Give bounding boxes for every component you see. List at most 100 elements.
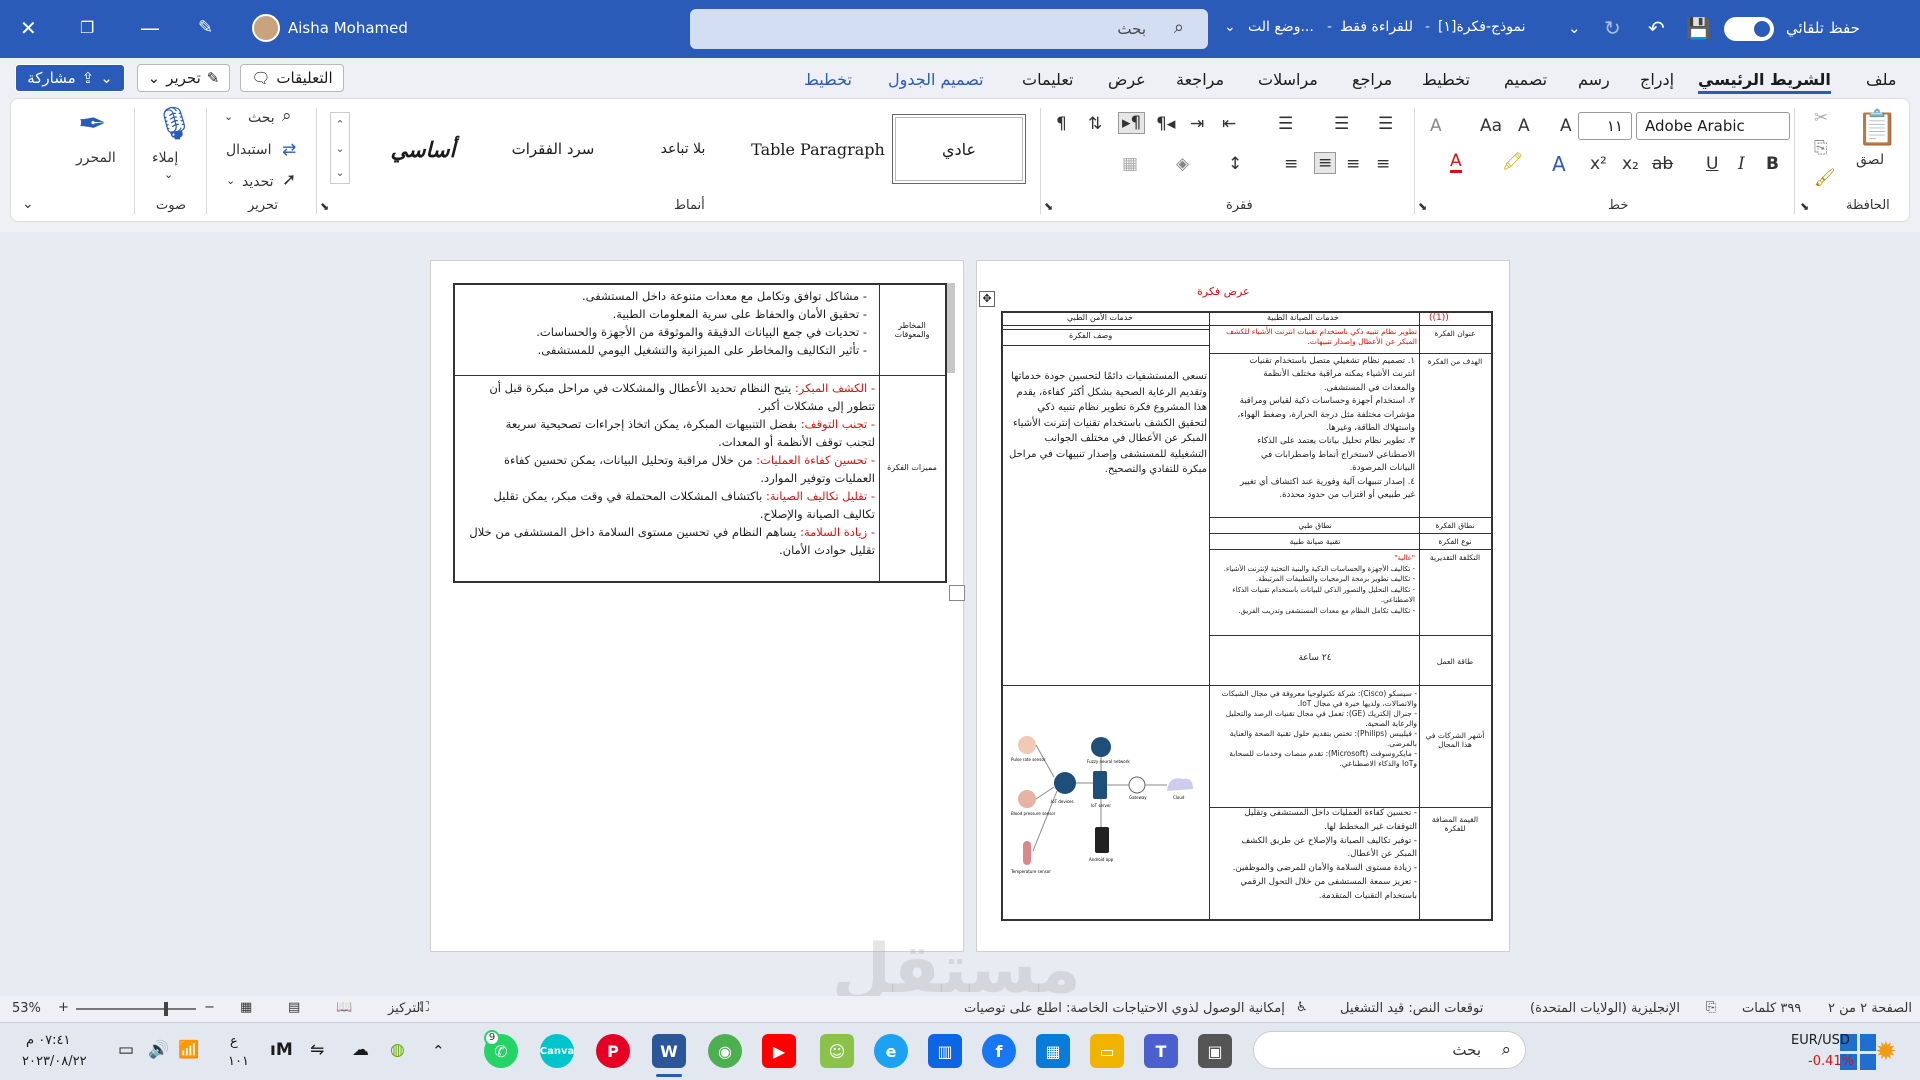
font-launcher-icon[interactable]: ⬊ (1418, 200, 1427, 213)
pinterest-icon[interactable]: P (596, 1034, 630, 1068)
zoom-level[interactable]: 53% (12, 1001, 41, 1016)
grow-font-icon[interactable]: A (1560, 116, 1572, 136)
collapse-ribbon-icon[interactable]: ⌄ (22, 196, 34, 212)
align-center-icon[interactable]: ≡ (1346, 154, 1360, 174)
onedrive-icon[interactable]: ☁ (352, 1040, 369, 1060)
page-count[interactable]: الصفحة ٢ من ٢ (1828, 1001, 1912, 1016)
share-button[interactable]: مشاركة ⇪ ⌄ (15, 64, 125, 92)
search-input[interactable]: بحث ⌕ (690, 9, 1208, 49)
clock-time[interactable]: ٠٧:٤١ م (26, 1033, 71, 1048)
text-effects-icon[interactable]: A (1552, 152, 1566, 176)
shading-icon[interactable]: ◈ (1176, 154, 1189, 174)
subscript-icon[interactable]: x₂ (1622, 154, 1639, 174)
style-normal[interactable]: عادي (892, 114, 1026, 184)
italic-icon[interactable]: I (1738, 154, 1745, 174)
change-case-icon[interactable]: Aa (1480, 116, 1502, 136)
line-spacing-icon[interactable]: ↕ (1228, 154, 1242, 174)
read-mode-icon[interactable]: 📖 (336, 1000, 352, 1015)
web-layout-icon[interactable]: ▦ (240, 1000, 252, 1015)
styles-scroll[interactable]: ⌃ ⌄ ⌄ (330, 112, 350, 184)
canva-icon[interactable]: Canva (540, 1034, 574, 1068)
tab-home[interactable]: الشريط الرئيسي (1698, 70, 1831, 94)
strikethrough-icon[interactable]: ab (1652, 154, 1673, 174)
superscript-icon[interactable]: x² (1590, 154, 1607, 174)
weather-icon[interactable]: ✹ (1875, 1037, 1897, 1067)
minimize-icon[interactable]: — (140, 14, 160, 42)
zoom-slider[interactable] (76, 1008, 196, 1010)
underline-icon[interactable]: U (1706, 154, 1718, 174)
tab-table-layout[interactable]: تخطيط (804, 70, 852, 89)
word-count[interactable]: ٣٩٩ كلمات (1742, 1001, 1801, 1016)
replace-label[interactable]: استبدال (226, 142, 271, 158)
chevron-down-icon[interactable]: ⌄ (164, 168, 173, 181)
justify-icon[interactable]: ≡ (1284, 154, 1298, 174)
highlight-icon[interactable]: 🖍 (1502, 152, 1524, 172)
style-basic[interactable]: أساسي (360, 114, 486, 184)
edit-mode-button[interactable]: ⌄ تحرير ✎ (137, 64, 230, 92)
accessibility-icon[interactable]: ♿ (1296, 1000, 1308, 1015)
increase-indent-icon[interactable]: ⇥ (1190, 114, 1204, 134)
page-2[interactable]: المخاطر والمعوقات مميزات الفكرة - مشاكل … (430, 260, 965, 952)
style-list-paragraph[interactable]: سرد الفقرات (490, 114, 616, 184)
find-icon[interactable]: ⌕ (282, 106, 292, 126)
tray-tool-icon[interactable]: ⇋ (310, 1040, 324, 1060)
format-painter-icon[interactable]: 🖌 (1814, 168, 1836, 188)
copy-icon[interactable]: ⎘ (1814, 138, 1828, 158)
clear-formatting-icon[interactable]: A (1430, 116, 1442, 136)
accessibility-status[interactable]: إمكانية الوصول لذوي الاحتياجات الخاصة: ا… (964, 1001, 1285, 1016)
language-status[interactable]: الإنجليزية (الولايات المتحدة) (1530, 1001, 1680, 1016)
tray-app-icon[interactable]: ◍ (390, 1040, 405, 1060)
replace-icon[interactable]: ⇄ (282, 140, 296, 160)
comments-button[interactable]: 🗨 التعليقات (240, 64, 344, 92)
font-size-field[interactable]: ١١ (1578, 112, 1632, 140)
numbering-icon[interactable]: ☰ (1334, 114, 1349, 134)
game-app-icon[interactable]: ☺ (820, 1034, 854, 1068)
microphone-icon[interactable]: 🎙 (154, 104, 195, 142)
tab-mailings[interactable]: مراسلات (1258, 70, 1318, 89)
rtl-icon[interactable]: ¶◂ (1156, 114, 1175, 134)
paste-icon[interactable]: 📋 (1856, 108, 1898, 148)
tray-app-icon[interactable]: ıM (270, 1040, 293, 1060)
clipboard-launcher-icon[interactable]: ⬊ (1800, 200, 1809, 213)
page-1[interactable]: عرض فكرة ✥ ((1)) خدمات الصيانة الطبية خد… (976, 260, 1510, 952)
edge-icon[interactable]: e (874, 1034, 908, 1068)
styles-launcher-icon[interactable]: ⬊ (320, 200, 329, 213)
bold-icon[interactable]: B (1766, 154, 1779, 174)
tab-help[interactable]: تعليمات (1022, 70, 1073, 89)
autosave-toggle[interactable] (1724, 17, 1774, 41)
tab-view[interactable]: عرض (1108, 70, 1146, 89)
word-icon[interactable]: W (652, 1034, 686, 1068)
tab-review[interactable]: مراجعة (1176, 70, 1224, 89)
font-name-field[interactable]: Adobe Arabic (1636, 112, 1790, 140)
select-icon[interactable]: ➚ (282, 170, 296, 190)
restore-icon[interactable]: ❐ (80, 14, 94, 42)
teams-icon[interactable]: T (1144, 1034, 1178, 1068)
text-prediction-status[interactable]: توقعات النص: قيد التشغيل (1340, 1001, 1483, 1016)
pen-icon[interactable]: ✎ (198, 14, 213, 42)
ltr-icon[interactable]: ▸¶ (1118, 112, 1146, 134)
tab-insert[interactable]: إدراج (1640, 70, 1674, 89)
zoom-out-icon[interactable]: + (58, 1000, 69, 1015)
file-explorer-icon[interactable]: ▭ (1090, 1034, 1124, 1068)
cut-icon[interactable]: ✂ (1814, 108, 1828, 128)
sort-icon[interactable]: ⇅ (1088, 114, 1102, 134)
input-language[interactable]: ع (230, 1034, 238, 1049)
battery-icon[interactable]: ▭ (118, 1040, 134, 1060)
chrome-icon[interactable]: ◉ (708, 1034, 742, 1068)
chevron-down-icon[interactable]: ⌄ (224, 110, 233, 123)
align-right-icon[interactable]: ≡ (1376, 154, 1390, 174)
proofing-icon[interactable]: ⎘ (1706, 1000, 1716, 1015)
chevron-down-icon[interactable]: ⌄ (1568, 14, 1581, 42)
tab-table-design[interactable]: تصميم الجدول (888, 70, 984, 89)
show-marks-icon[interactable]: ¶ (1056, 114, 1067, 134)
trello-icon[interactable]: ▥ (928, 1034, 962, 1068)
select-label[interactable]: تحديد (242, 174, 274, 190)
tray-overflow-icon[interactable]: ⌃ (432, 1042, 445, 1060)
tab-layout[interactable]: تخطيط (1422, 70, 1470, 89)
table-resize-handle[interactable] (949, 585, 965, 601)
multilevel-list-icon[interactable]: ☰ (1278, 114, 1293, 134)
title-dropdown-icon[interactable]: ⌄ (1224, 19, 1236, 35)
editor-icon[interactable]: ✒ (78, 104, 107, 144)
font-color-icon[interactable]: A (1450, 152, 1462, 173)
volume-icon[interactable]: 🔊 (148, 1040, 169, 1060)
